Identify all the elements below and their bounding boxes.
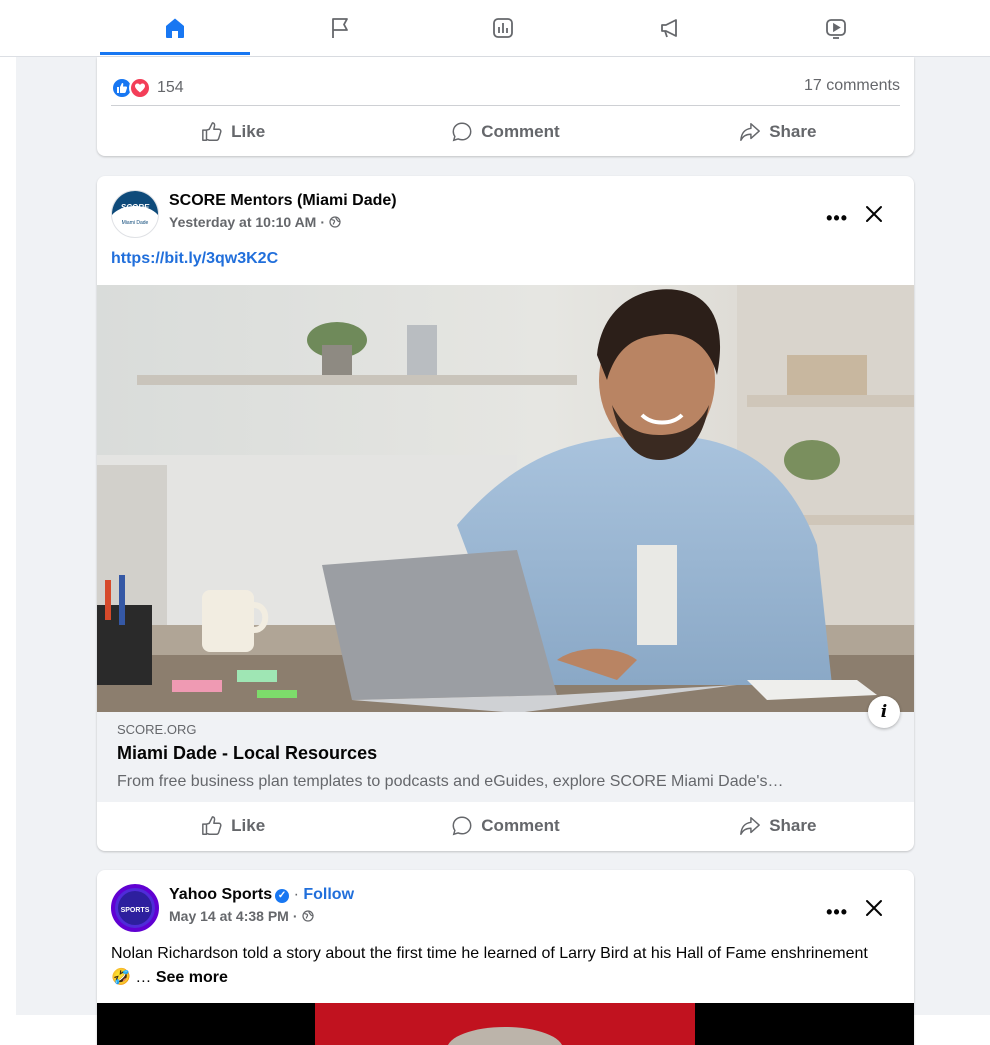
- author-name[interactable]: Yahoo Sports: [169, 886, 272, 903]
- analytics-icon: [493, 18, 513, 38]
- tab-video[interactable]: [761, 0, 911, 56]
- tab-ads[interactable]: [595, 0, 745, 56]
- video-icon: [826, 19, 846, 39]
- link-preview-meta[interactable]: i SCORE.ORG Miami Dade - Local Resources…: [97, 696, 914, 802]
- post-link[interactable]: https://bit.ly/3qw3K2C: [111, 250, 278, 268]
- avatar-logo-text: SCORE: [121, 203, 150, 212]
- share-icon: [740, 123, 761, 141]
- link-preview-image[interactable]: [97, 285, 914, 712]
- like-label: Like: [231, 816, 266, 835]
- engagement-summary: 154 17 comments: [111, 67, 900, 106]
- follow-button[interactable]: Follow: [303, 886, 354, 903]
- close-icon[interactable]: [862, 202, 886, 226]
- thumbs-up-icon: [202, 816, 222, 835]
- like-label: Like: [231, 122, 266, 141]
- link-domain: SCORE.ORG: [117, 722, 197, 737]
- post-body: Nolan Richardson told a story about the …: [111, 945, 868, 962]
- megaphone-icon: [661, 19, 677, 38]
- post-meta: Yesterday at 10:10 AM ·: [169, 214, 341, 230]
- post-header: SCORE Miami Dade SCORE Mentors (Miami Da…: [111, 190, 900, 240]
- more-options-button[interactable]: •••: [826, 208, 848, 229]
- avatar[interactable]: SCORE Miami Dade: [111, 190, 159, 238]
- avatar[interactable]: SPORTS: [111, 884, 159, 932]
- like-button[interactable]: Like: [97, 109, 369, 155]
- share-label: Share: [769, 816, 817, 835]
- comment-button[interactable]: Comment: [369, 803, 641, 849]
- meta-separator: ·: [320, 214, 326, 230]
- avatar-logo-text: SPORTS: [121, 907, 150, 914]
- post-meta: May 14 at 4:38 PM ·: [169, 908, 314, 924]
- link-title: Miami Dade - Local Resources: [117, 743, 378, 763]
- post-card: SCORE Miami Dade SCORE Mentors (Miami Da…: [97, 176, 914, 851]
- tab-insights[interactable]: [428, 0, 578, 56]
- thumbs-up-icon: [202, 122, 222, 141]
- more-options-button[interactable]: •••: [826, 902, 848, 923]
- comment-label: Comment: [481, 816, 560, 835]
- post-card: SPORTS Yahoo Sports ✓ · Follow May 14 at …: [97, 870, 914, 1045]
- post-timestamp[interactable]: Yesterday at 10:10 AM: [169, 214, 316, 230]
- home-icon: [166, 18, 184, 38]
- meta-separator: ·: [292, 908, 298, 924]
- reaction-summary[interactable]: 154: [111, 77, 184, 99]
- share-label: Share: [769, 122, 817, 141]
- tab-home[interactable]: [100, 0, 250, 56]
- share-button[interactable]: Share: [642, 109, 914, 155]
- reaction-count: 154: [157, 79, 184, 96]
- close-icon[interactable]: [862, 896, 886, 920]
- comment-icon: [452, 122, 472, 142]
- see-more-link[interactable]: See more: [156, 969, 228, 986]
- post-image[interactable]: [97, 1003, 914, 1045]
- ellipsis: …: [135, 969, 152, 986]
- author-separator: ·: [293, 886, 299, 903]
- comment-icon: [452, 816, 472, 836]
- avatar-logo-subtext: Miami Dade: [122, 220, 149, 226]
- comments-count[interactable]: 17 comments: [804, 77, 900, 95]
- post-actions: Like Comment Share: [97, 803, 914, 849]
- laughing-emoji: 🤣: [111, 969, 131, 986]
- love-reaction-icon: [129, 77, 151, 99]
- top-nav: [0, 0, 990, 57]
- link-description: From free business plan templates to pod…: [117, 773, 784, 790]
- globe-icon: [301, 910, 314, 922]
- post-actions: Like Comment Share: [97, 109, 914, 155]
- author-name[interactable]: SCORE Mentors (Miami Dade): [169, 192, 397, 210]
- comment-button[interactable]: Comment: [369, 109, 641, 155]
- author-line: Yahoo Sports ✓ · Follow: [169, 886, 354, 904]
- flag-icon: [332, 18, 348, 38]
- like-button[interactable]: Like: [97, 803, 369, 849]
- info-icon[interactable]: i: [868, 696, 900, 728]
- comment-label: Comment: [481, 122, 560, 141]
- tab-pages[interactable]: [265, 0, 415, 56]
- verified-badge-icon: ✓: [275, 888, 290, 903]
- post-card: 154 17 comments Like Comment Share: [97, 57, 914, 156]
- post-header: SPORTS Yahoo Sports ✓ · Follow May 14 at …: [111, 884, 900, 934]
- post-timestamp[interactable]: May 14 at 4:38 PM: [169, 908, 289, 924]
- globe-icon: [329, 216, 341, 228]
- share-icon: [740, 817, 761, 835]
- share-button[interactable]: Share: [642, 803, 914, 849]
- post-text: Nolan Richardson told a story about the …: [111, 942, 884, 990]
